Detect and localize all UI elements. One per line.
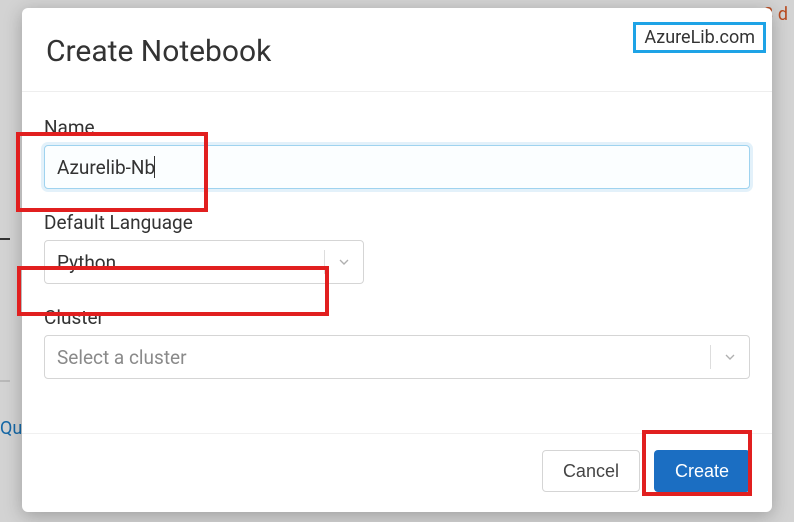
cancel-button[interactable]: Cancel	[542, 450, 640, 492]
bg-separator	[0, 238, 10, 240]
create-notebook-modal: Create Notebook AzureLib.com Name Azurel…	[22, 8, 772, 512]
watermark-azurelib: AzureLib.com	[633, 22, 766, 53]
modal-header: Create Notebook AzureLib.com	[22, 8, 772, 92]
bg-separator-light	[0, 380, 10, 382]
language-group: Default Language Python	[44, 211, 750, 284]
name-input-value: Azurelib-Nb	[57, 156, 155, 179]
modal-footer: Cancel Create	[22, 433, 772, 512]
create-button[interactable]: Create	[654, 450, 750, 492]
language-value: Python	[57, 251, 324, 274]
name-input[interactable]: Azurelib-Nb	[44, 145, 750, 189]
modal-backdrop: Qu 3 d Create Notebook AzureLib.com Name…	[0, 0, 794, 522]
cluster-select[interactable]: Select a cluster	[44, 335, 750, 379]
language-select[interactable]: Python	[44, 240, 364, 284]
modal-body: Name Azurelib-Nb Default Language Python	[22, 92, 772, 379]
cluster-label: Cluster	[44, 306, 750, 329]
chevron-down-icon	[711, 336, 749, 378]
bg-fragment-left: Qu	[0, 418, 22, 439]
cluster-group: Cluster Select a cluster	[44, 306, 750, 379]
chevron-down-icon	[325, 241, 363, 283]
cluster-placeholder: Select a cluster	[57, 346, 710, 369]
name-label: Name	[44, 116, 750, 139]
language-label: Default Language	[44, 211, 750, 234]
name-group: Name Azurelib-Nb	[44, 116, 750, 189]
text-caret	[154, 156, 155, 178]
